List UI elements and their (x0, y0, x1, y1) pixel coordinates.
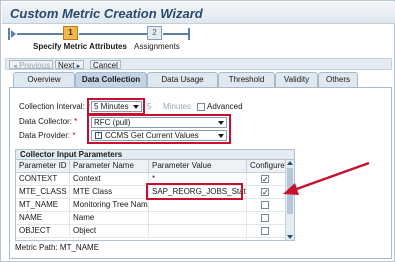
cell-parameter-name: Name (70, 212, 149, 225)
cell-parameter-id: CONTEXT (16, 173, 70, 186)
roadmap-line (79, 33, 147, 35)
highlight-box (146, 183, 243, 200)
data-provider-label: Data Provider: * (19, 131, 76, 140)
cell-configure (247, 225, 286, 238)
configure-checkbox[interactable] (261, 201, 269, 209)
roadmap-end-marker (188, 28, 190, 40)
annotation-arrow-icon (283, 161, 370, 195)
roadmap-line (163, 33, 188, 35)
collector-input-parameters-table: Parameter ID Parameter Name Parameter Va… (15, 160, 295, 241)
cell-parameter-value[interactable] (149, 199, 247, 212)
collector-input-parameters-header: Collector Input Parameters (15, 149, 295, 160)
roadmap-start-marker (8, 28, 10, 40)
title-bar: Custom Metric Creation Wizard (2, 2, 395, 24)
roadmap-start-arrow-icon (11, 30, 16, 38)
tab-threshold[interactable]: Threshold (218, 72, 275, 87)
tab-data-usage[interactable]: Data Usage (147, 72, 218, 87)
configure-checkbox[interactable] (261, 214, 269, 222)
cell-parameter-id: NAME (16, 212, 70, 225)
cell-parameter-name: MTE Class (70, 186, 149, 199)
cell-parameter-value[interactable] (149, 225, 247, 238)
advanced-checkbox[interactable] (197, 103, 205, 111)
roadmap-line (17, 33, 63, 35)
tab-validity[interactable]: Validity (275, 72, 318, 87)
column-header-parameter-value[interactable]: Parameter Value (149, 160, 247, 173)
next-button[interactable]: Next (55, 60, 85, 70)
cell-parameter-value[interactable] (149, 212, 247, 225)
roadmap: 1 2 Specify Metric Attributes Assignment… (1, 25, 395, 55)
cell-parameter-name: Context (70, 173, 149, 186)
highlight-box (87, 98, 145, 115)
data-collector-label: Data Collector: * (19, 117, 78, 126)
roadmap-step-2[interactable]: 2 (147, 26, 162, 40)
window-title: Custom Metric Creation Wizard (10, 6, 203, 21)
roadmap-step-1-label[interactable]: Specify Metric Attributes (33, 42, 127, 51)
metric-path: Metric Path: MT_NAME (15, 243, 100, 252)
tab-strip: Overview Data Collection Data Usage Thre… (13, 72, 388, 88)
column-header-parameter-id[interactable]: Parameter ID (16, 160, 70, 173)
collection-interval-unit-disabled: Minutes (163, 102, 192, 111)
wizard-toolbar: Previous Next Cancel (5, 58, 392, 70)
advanced-label: Advanced (207, 102, 243, 111)
scroll-down-icon[interactable] (287, 235, 293, 239)
collection-interval-value-disabled: 5 (147, 102, 152, 111)
cell-parameter-id: OBJECT (16, 225, 70, 238)
cancel-button[interactable]: Cancel (90, 60, 121, 70)
cell-parameter-id: MT_NAME (16, 199, 70, 212)
previous-button[interactable]: Previous (9, 60, 54, 70)
tab-data-collection[interactable]: Data Collection (75, 72, 147, 88)
highlight-box (87, 114, 231, 144)
configure-checkbox[interactable]: ✓ (261, 188, 269, 197)
cell-parameter-name: Monitoring Tree Name (70, 199, 149, 212)
configure-checkbox[interactable]: ✓ (261, 175, 269, 184)
tab-overview[interactable]: Overview (13, 72, 75, 87)
cell-parameter-name: Object (70, 225, 149, 238)
collection-interval-label: Collection Interval: * (19, 102, 91, 111)
roadmap-step-1[interactable]: 1 (63, 26, 78, 40)
wizard-window: Custom Metric Creation Wizard 1 2 Specif… (0, 0, 395, 262)
tab-others[interactable]: Others (318, 72, 358, 87)
configure-checkbox[interactable] (261, 227, 269, 235)
cell-parameter-id: MTE_CLASS (16, 186, 70, 199)
roadmap-step-2-label[interactable]: Assignments (134, 42, 180, 51)
column-header-parameter-name[interactable]: Parameter Name (70, 160, 149, 173)
cell-configure (247, 212, 286, 225)
